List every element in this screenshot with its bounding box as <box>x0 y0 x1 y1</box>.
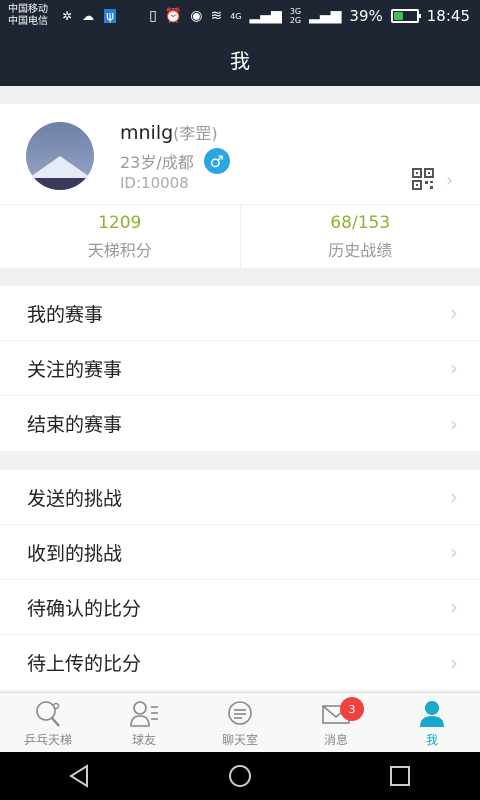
chevron-right-icon: › <box>450 411 458 436</box>
stat-ladder-points[interactable]: 1209 天梯积分 <box>0 205 240 268</box>
status-bar: 中国移动 中国电信 ✲ ☁ ψ ▯ ⏰ ◉ ≋ 4G ▂▄▆ 3G 2G ▂▄▆… <box>0 0 480 32</box>
avatar-mountain <box>26 156 94 180</box>
menu-item-label: 待上传的比分 <box>27 653 142 675</box>
challenges-menu: 发送的挑战 › 收到的挑战 › 待确认的比分 › 待上传的比分 › <box>0 470 480 690</box>
eye-icon: ◉ <box>190 8 203 24</box>
notification-icons: ✲ ☁ ψ <box>62 9 116 23</box>
wifi-icon: ≋ <box>210 8 223 24</box>
chevron-right-icon: › <box>450 650 458 675</box>
menu-item-finished-events[interactable]: 结束的赛事 › <box>0 396 480 451</box>
app-root: 中国移动 中国电信 ✲ ☁ ψ ▯ ⏰ ◉ ≋ 4G ▂▄▆ 3G 2G ▂▄▆… <box>0 0 480 800</box>
unread-badge: 3 <box>340 697 364 721</box>
stat-value: 68/153 <box>330 212 391 233</box>
battery-icon <box>390 9 421 23</box>
battery-percent: 39% <box>349 7 383 25</box>
user-id: ID:10008 <box>120 174 189 192</box>
profile-info: 23岁/成都 ♂ <box>120 148 230 174</box>
battery-fill <box>393 12 403 20</box>
tab-label: 消息 <box>323 733 348 747</box>
status-right: ▯ ⏰ ◉ ≋ 4G ▂▄▆ 3G 2G ▂▄▆ 39% 18:45 <box>149 7 470 25</box>
menu-item-received-challenges[interactable]: 收到的挑战 › <box>0 525 480 580</box>
events-menu: 我的赛事 › 关注的赛事 › 结束的赛事 › <box>0 286 480 451</box>
network-2g-label: 2G <box>289 16 302 25</box>
age-city: 23岁/成都 <box>120 153 194 172</box>
back-icon[interactable] <box>67 763 93 789</box>
menu-item-label: 发送的挑战 <box>27 487 123 510</box>
home-icon[interactable] <box>227 763 253 789</box>
profile-card[interactable]: mnilg(李罡) 23岁/成都 ♂ ID:10008 › 1209 天梯积分 … <box>0 104 480 268</box>
bottom-tab-bar: 乒乓天梯 球友 聊天室 3 消息 我 <box>0 692 480 752</box>
menu-item-label: 关注的赛事 <box>27 358 123 381</box>
carrier-block: 中国移动 中国电信 <box>8 4 48 28</box>
chevron-right-icon: › <box>450 595 458 619</box>
tab-label: 我 <box>425 733 438 747</box>
menu-item-sent-challenges[interactable]: 发送的挑战 › <box>0 470 480 525</box>
notification-icon: ☁ <box>82 9 95 23</box>
menu-item-label: 结束的赛事 <box>27 414 123 436</box>
chevron-right-icon: › <box>446 170 454 191</box>
signal-icon-2: ▂▄▆ <box>309 8 342 24</box>
recents-icon[interactable] <box>387 763 413 789</box>
alarm-icon: ⏰ <box>164 8 183 24</box>
menu-item-my-events[interactable]: 我的赛事 › <box>0 286 480 341</box>
avatar-ground <box>26 178 94 190</box>
real-name: (李罡) <box>173 124 218 143</box>
tab-label: 聊天室 <box>221 733 258 747</box>
friends-icon <box>130 701 158 727</box>
avatar[interactable] <box>26 122 94 190</box>
signal-icon: ▂▄▆ <box>249 8 282 24</box>
tab-friends[interactable]: 球友 <box>96 693 192 752</box>
chevron-right-icon: › <box>450 356 458 380</box>
tab-pingpong-ladder[interactable]: 乒乓天梯 <box>0 693 96 752</box>
stat-value: 1209 <box>98 212 142 233</box>
stat-history-record[interactable]: 68/153 历史战绩 <box>239 205 480 268</box>
qr-code-icon[interactable] <box>412 168 434 190</box>
network-3g-label: 3G <box>289 7 302 16</box>
menu-item-pending-upload-scores[interactable]: 待上传的比分 › <box>0 635 480 690</box>
tab-label: 球友 <box>131 733 156 747</box>
usb-icon: ψ <box>104 9 116 23</box>
tab-label: 乒乓天梯 <box>23 733 72 747</box>
tab-messages[interactable]: 3 消息 <box>288 693 384 752</box>
clock: 18:45 <box>426 7 470 25</box>
vibrate-icon: ▯ <box>149 8 157 24</box>
menu-item-followed-events[interactable]: 关注的赛事 › <box>0 341 480 396</box>
chevron-right-icon: › <box>450 301 458 325</box>
notification-icon: ✲ <box>62 9 73 23</box>
title-bar: 我 <box>0 32 480 86</box>
stat-label: 天梯积分 <box>87 240 152 260</box>
menu-item-label: 我的赛事 <box>27 303 104 326</box>
system-nav-bar <box>0 752 480 800</box>
male-gender-icon: ♂ <box>203 148 230 174</box>
tab-me[interactable]: 我 <box>384 693 480 752</box>
stat-label: 历史战绩 <box>328 240 393 260</box>
chat-icon <box>228 701 252 725</box>
network-3g2g-label: 3G 2G <box>290 7 301 25</box>
chevron-right-icon: › <box>450 485 458 509</box>
network-4g-label: 4G <box>230 11 242 21</box>
tab-chatroom[interactable]: 聊天室 <box>192 693 288 752</box>
user-icon <box>420 701 444 727</box>
menu-item-label: 收到的挑战 <box>27 542 123 565</box>
pingpong-paddle-icon <box>36 701 60 727</box>
stats-row: 1209 天梯积分 68/153 历史战绩 <box>0 204 480 268</box>
nickname: mnilg <box>120 122 174 144</box>
chevron-right-icon: › <box>450 540 458 564</box>
profile-name: mnilg(李罡) <box>120 120 218 144</box>
page-title: 我 <box>230 48 250 73</box>
carrier-1: 中国移动 <box>8 4 48 15</box>
menu-item-pending-confirm-scores[interactable]: 待确认的比分 › <box>0 580 480 635</box>
carrier-2: 中国电信 <box>8 16 48 27</box>
menu-item-label: 待确认的比分 <box>27 597 142 620</box>
